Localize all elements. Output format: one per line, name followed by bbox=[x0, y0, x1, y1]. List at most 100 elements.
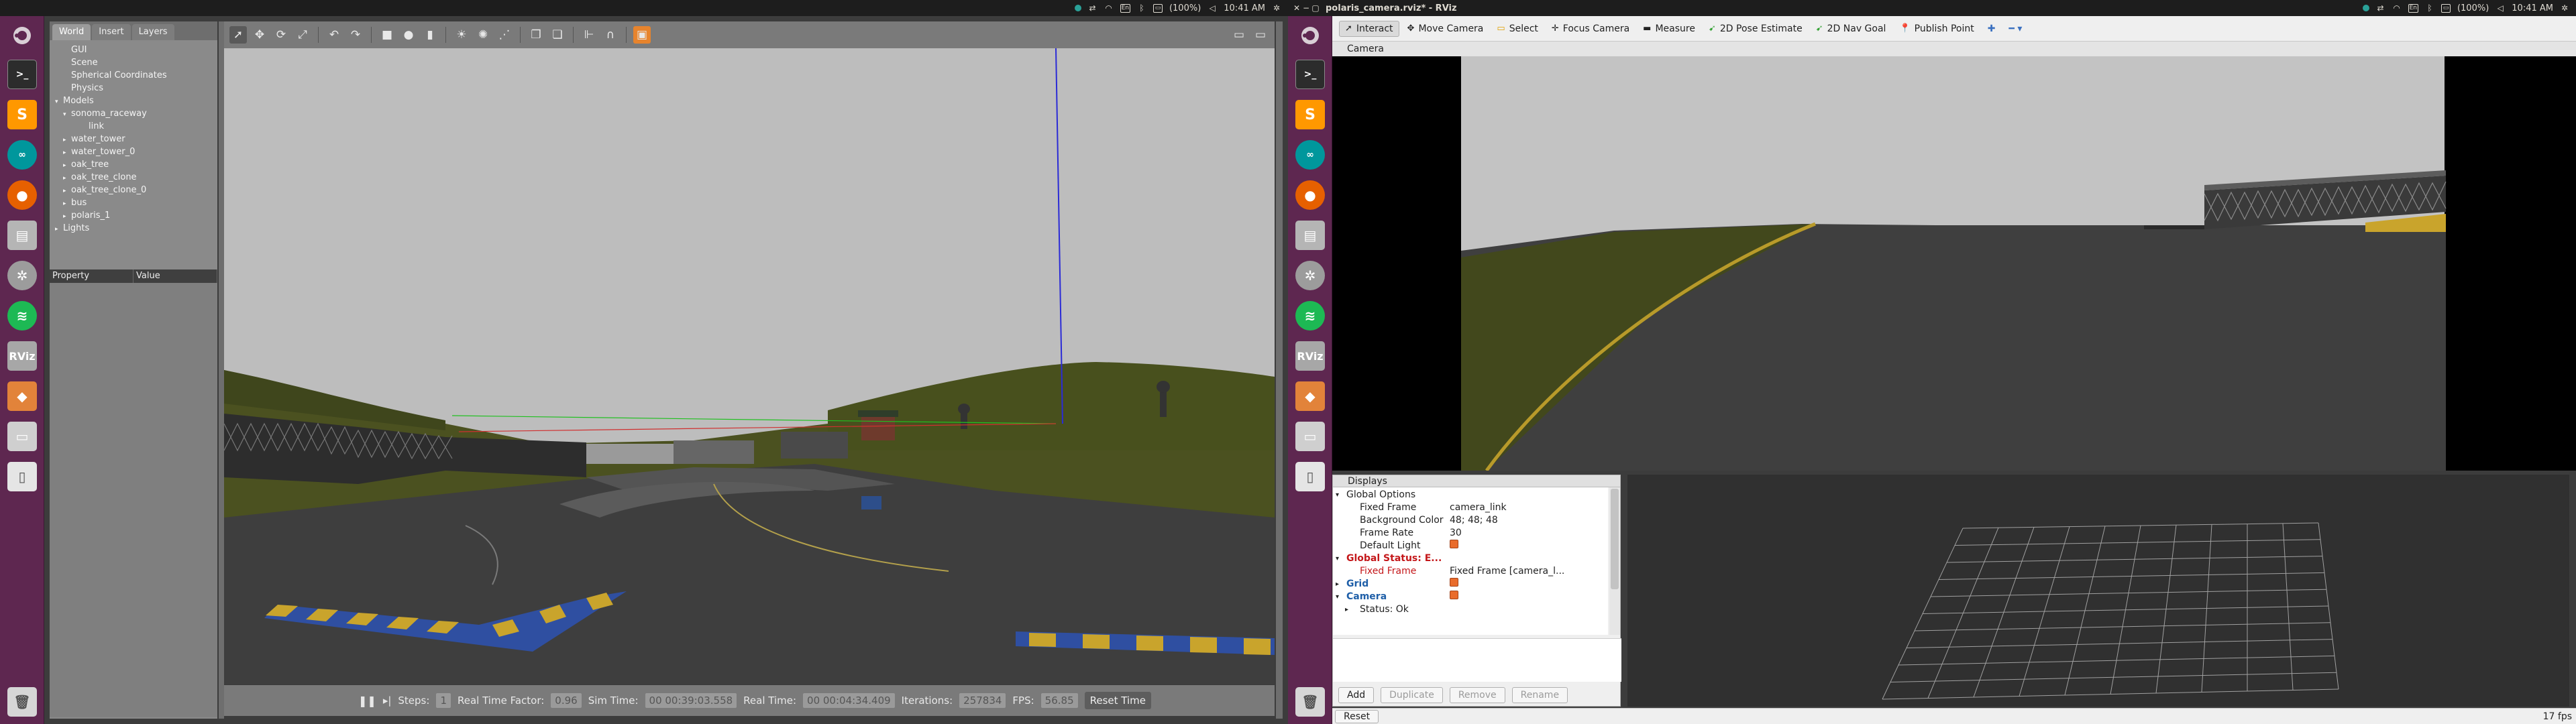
tool-button[interactable]: ✥ Move Camera bbox=[1402, 21, 1489, 36]
tree-item[interactable]: GUI bbox=[63, 44, 87, 56]
spot-light-icon[interactable]: ✺ bbox=[474, 26, 492, 44]
tree-item[interactable]: ▸ water_tower bbox=[63, 133, 125, 145]
tool-button[interactable]: ➹ 2D Pose Estimate bbox=[1703, 21, 1808, 36]
tree-item[interactable]: ▾ sonoma_raceway bbox=[63, 108, 147, 120]
directional-light-icon[interactable]: ⋰ bbox=[496, 26, 513, 44]
launcher-settings-button[interactable]: ✲ bbox=[1292, 257, 1328, 294]
tool-button[interactable]: ➹ 2D Nav Goal bbox=[1811, 21, 1892, 36]
copy-icon[interactable]: ❐ bbox=[527, 26, 545, 44]
bluetooth-icon[interactable]: ᛒ bbox=[2425, 3, 2434, 13]
remove-tool-icon[interactable]: ━ ▾ bbox=[2003, 21, 2027, 36]
display-row[interactable]: Background Color 48; 48; 48 bbox=[1333, 514, 1608, 527]
duplicate-button[interactable]: Duplicate bbox=[1381, 687, 1443, 703]
keyboard-layout-icon[interactable]: En bbox=[1120, 3, 1130, 13]
tree-item[interactable]: ▸ oak_tree_clone_0 bbox=[63, 184, 146, 196]
clock[interactable]: 10:41 AM bbox=[1224, 3, 1265, 13]
expand-arrow-icon[interactable]: ▸ bbox=[63, 185, 71, 197]
tree-item[interactable]: link bbox=[80, 121, 104, 133]
tool-button[interactable]: ▬ Measure bbox=[1638, 21, 1701, 36]
expand-arrow-icon[interactable]: ▸ bbox=[63, 134, 71, 146]
expand-arrow-icon[interactable]: ▸ bbox=[55, 223, 63, 235]
tool-button[interactable]: ➚ Interact bbox=[1339, 20, 1399, 37]
tool-button[interactable]: 📍 Publish Point bbox=[1894, 21, 1979, 36]
tab-layers[interactable]: Layers bbox=[131, 24, 174, 40]
redo-icon[interactable]: ↷ bbox=[347, 26, 364, 44]
tool-button[interactable]: ✛ Focus Camera bbox=[1546, 21, 1635, 36]
expand-arrow-icon[interactable]: ▾ bbox=[55, 96, 63, 108]
launcher-software-button[interactable]: ◆ bbox=[4, 378, 40, 414]
add-tool-icon[interactable]: ✚ bbox=[1982, 21, 2001, 36]
display-row[interactable]: ▾ Camera bbox=[1333, 591, 1608, 603]
cylinder-shape-icon[interactable]: ▮ bbox=[421, 26, 439, 44]
launcher-arduino-button[interactable]: ∞ bbox=[4, 137, 40, 173]
launcher-home-button[interactable] bbox=[1292, 17, 1328, 54]
checkbox[interactable] bbox=[1450, 540, 1458, 548]
tree-item[interactable]: Scene bbox=[63, 57, 98, 69]
displays-scrollbar[interactable] bbox=[1609, 487, 1620, 635]
expand-arrow-icon[interactable]: ▸ bbox=[63, 147, 71, 159]
camera-image-view[interactable] bbox=[1332, 56, 2576, 471]
display-row[interactable]: ▾ Global Status: E... bbox=[1333, 552, 1608, 565]
expand-arrow-icon[interactable]: ▸ bbox=[63, 198, 71, 210]
gazebo-3d-view[interactable] bbox=[224, 48, 1275, 684]
settings-gear-icon[interactable]: ✲ bbox=[1272, 3, 1281, 13]
display-row[interactable]: ▸ Status: Ok bbox=[1333, 603, 1608, 616]
close-window-icon[interactable]: ✕ bbox=[1292, 3, 1301, 13]
expand-arrow-icon[interactable]: ▸ bbox=[63, 172, 71, 184]
launcher-terminal-button[interactable]: >_ bbox=[1292, 56, 1328, 93]
rotate-icon[interactable]: ⟳ bbox=[272, 26, 290, 44]
translate-icon[interactable]: ✥ bbox=[251, 26, 268, 44]
display-row[interactable]: Fixed Frame camera_link bbox=[1333, 501, 1608, 514]
launcher-files-button[interactable]: ▤ bbox=[4, 217, 40, 253]
display-row[interactable]: ▾ Global Options bbox=[1333, 489, 1608, 501]
launcher-settings-button[interactable]: ✲ bbox=[4, 257, 40, 294]
indicator-dot-icon[interactable] bbox=[1074, 5, 1081, 11]
reset-time-button[interactable]: Reset Time bbox=[1084, 692, 1152, 709]
launcher-sublime-button[interactable]: S bbox=[4, 97, 40, 133]
clock[interactable]: 10:41 AM bbox=[2512, 3, 2553, 13]
screenshot-icon[interactable]: ▭ bbox=[1230, 26, 1248, 44]
scrollbar-thumb[interactable] bbox=[1611, 489, 1619, 589]
property-column-header[interactable]: Property bbox=[50, 269, 133, 283]
tree-item[interactable]: ▸ Lights bbox=[55, 223, 89, 235]
step-icon[interactable]: ▸| bbox=[383, 695, 392, 707]
tree-item[interactable]: Physics bbox=[63, 82, 103, 95]
box-shape-icon[interactable]: ■ bbox=[378, 26, 396, 44]
expand-arrow-icon[interactable]: ▾ bbox=[1336, 489, 1339, 501]
launcher-drive-button[interactable]: ▭ bbox=[1292, 418, 1328, 455]
display-row[interactable]: Frame Rate 30 bbox=[1333, 527, 1608, 540]
launcher-rviz-button[interactable]: RViz bbox=[1292, 338, 1328, 374]
launcher-firefox-button[interactable]: ● bbox=[4, 177, 40, 213]
launcher-sublime-button[interactable]: S bbox=[1292, 97, 1328, 133]
tree-item[interactable]: ▸ bus bbox=[63, 197, 87, 209]
display-value[interactable]: 30 bbox=[1450, 527, 1462, 540]
launcher-rviz-button[interactable]: RViz bbox=[4, 338, 40, 374]
tree-item[interactable]: ▸ oak_tree bbox=[63, 159, 109, 171]
change-view-icon[interactable]: ▣ bbox=[633, 26, 651, 44]
sphere-shape-icon[interactable]: ● bbox=[400, 26, 417, 44]
launcher-arduino-button[interactable]: ∞ bbox=[1292, 137, 1328, 173]
steps-value[interactable]: 1 bbox=[436, 693, 451, 708]
battery-icon[interactable]: ▭ bbox=[1152, 3, 1163, 13]
launcher-usb-button[interactable]: ▯ bbox=[1292, 459, 1328, 495]
align-icon[interactable]: ⊩ bbox=[580, 26, 598, 44]
launcher-software-button[interactable]: ◆ bbox=[1292, 378, 1328, 414]
expand-arrow-icon[interactable]: ▾ bbox=[63, 109, 71, 121]
minimize-window-icon[interactable]: − bbox=[1301, 3, 1311, 13]
paste-icon[interactable]: ❏ bbox=[549, 26, 566, 44]
bluetooth-icon[interactable]: ᛒ bbox=[1137, 3, 1146, 13]
volume-icon[interactable]: ◁ bbox=[2496, 3, 2505, 13]
checkbox[interactable] bbox=[1450, 578, 1458, 587]
reset-button[interactable]: Reset bbox=[1335, 709, 1379, 723]
add-button[interactable]: Add bbox=[1338, 687, 1375, 703]
scale-icon[interactable]: ⤢ bbox=[294, 26, 311, 44]
expand-arrow-icon[interactable]: ▸ bbox=[63, 160, 71, 172]
rename-button[interactable]: Rename bbox=[1511, 687, 1568, 703]
tab-insert[interactable]: Insert bbox=[92, 24, 131, 40]
battery-icon[interactable]: ▭ bbox=[2440, 3, 2451, 13]
network-icon[interactable]: ⇄ bbox=[1088, 3, 1097, 13]
launcher-firefox-button[interactable]: ● bbox=[1292, 177, 1328, 213]
settings-gear-icon[interactable]: ✲ bbox=[2560, 3, 2569, 13]
tree-item[interactable]: Spherical Coordinates bbox=[63, 70, 167, 82]
checkbox[interactable] bbox=[1450, 591, 1458, 599]
